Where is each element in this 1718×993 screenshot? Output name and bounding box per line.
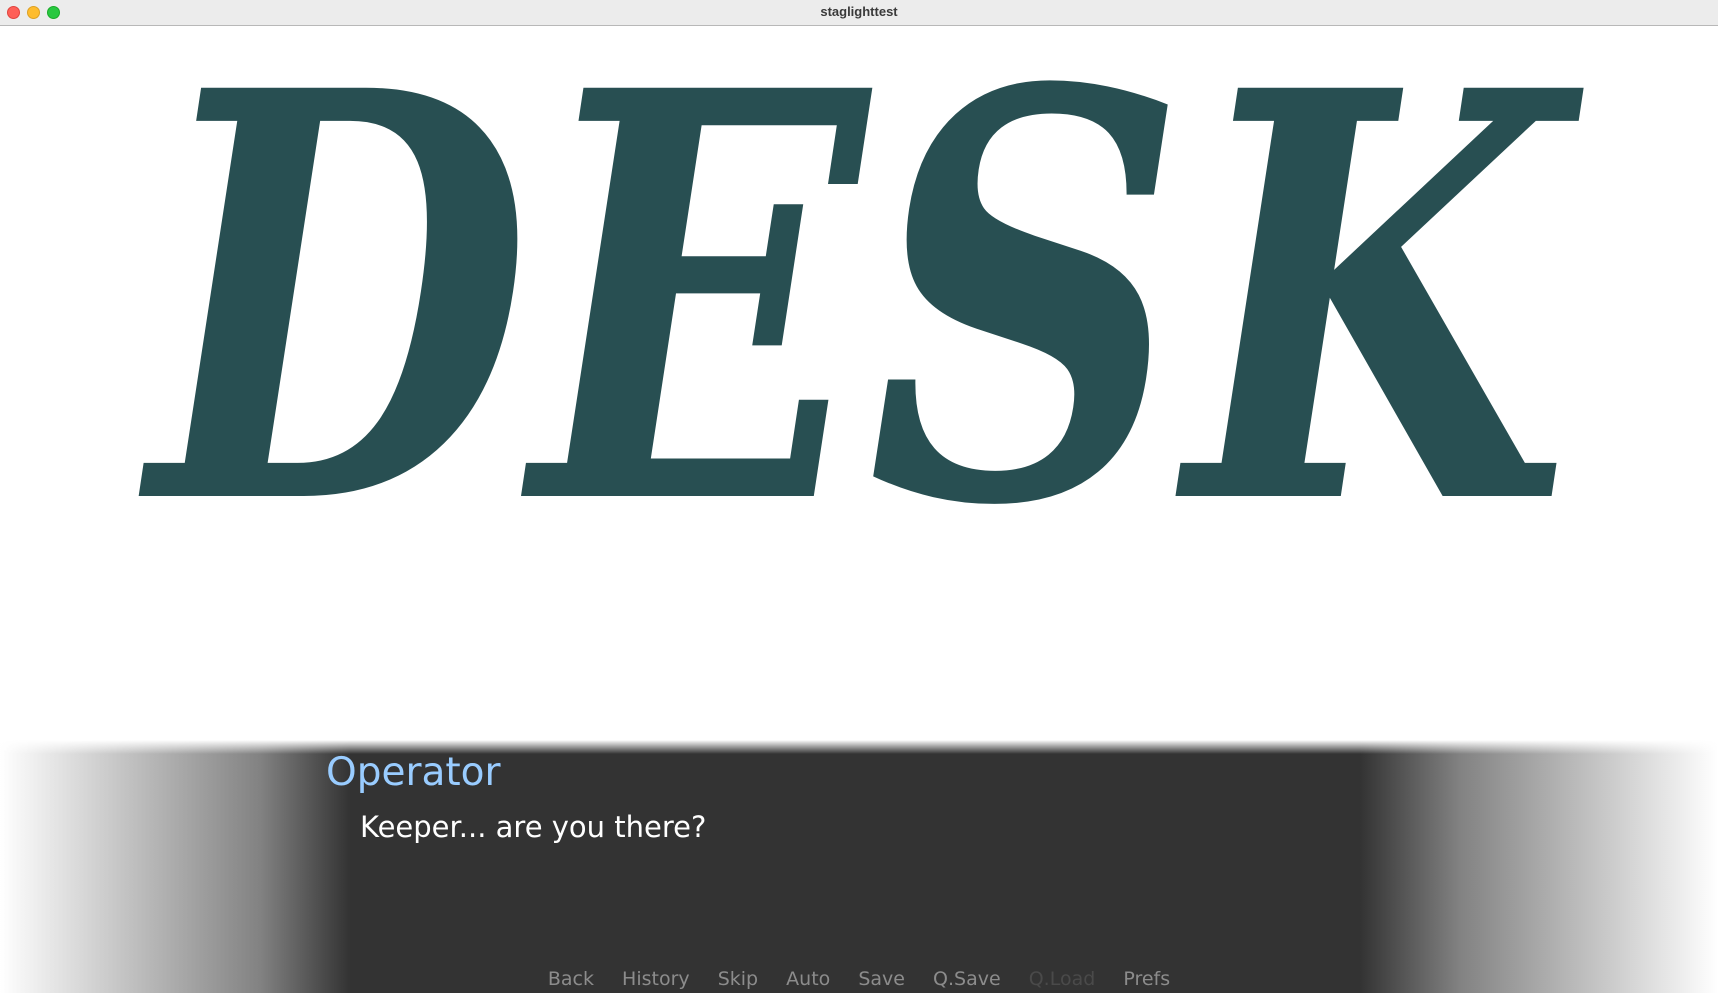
speaker-name: Operator [326,750,501,795]
quick-menu-history-button[interactable]: History [622,968,690,990]
quick-menu: Back History Skip Auto Save Q.Save Q.Loa… [0,968,1718,990]
quick-menu-skip-button[interactable]: Skip [718,968,758,990]
desk-sign-text: DESK [135,26,1585,629]
quick-menu-qload-button: Q.Load [1028,968,1096,990]
desk-sign-graphic: DESK [135,26,1585,629]
window-title: staglighttest [820,4,898,19]
dialogue-text: Keeper... are you there? [360,810,707,844]
quick-menu-save-button[interactable]: Save [858,968,905,990]
dialogue-box-fade [0,740,1718,754]
quick-menu-back-button[interactable]: Back [548,968,594,990]
title-bar[interactable]: staglighttest [0,0,1718,26]
scene-background[interactable]: DESK [0,26,1718,746]
quick-menu-prefs-button[interactable]: Prefs [1123,968,1170,990]
dialogue-box[interactable]: Operator Keeper... are you there? Back H… [0,740,1718,993]
game-window: staglighttest DESK Operator Keeper... ar… [0,0,1718,993]
quick-menu-qsave-button[interactable]: Q.Save [933,968,1001,990]
quick-menu-auto-button[interactable]: Auto [786,968,830,990]
